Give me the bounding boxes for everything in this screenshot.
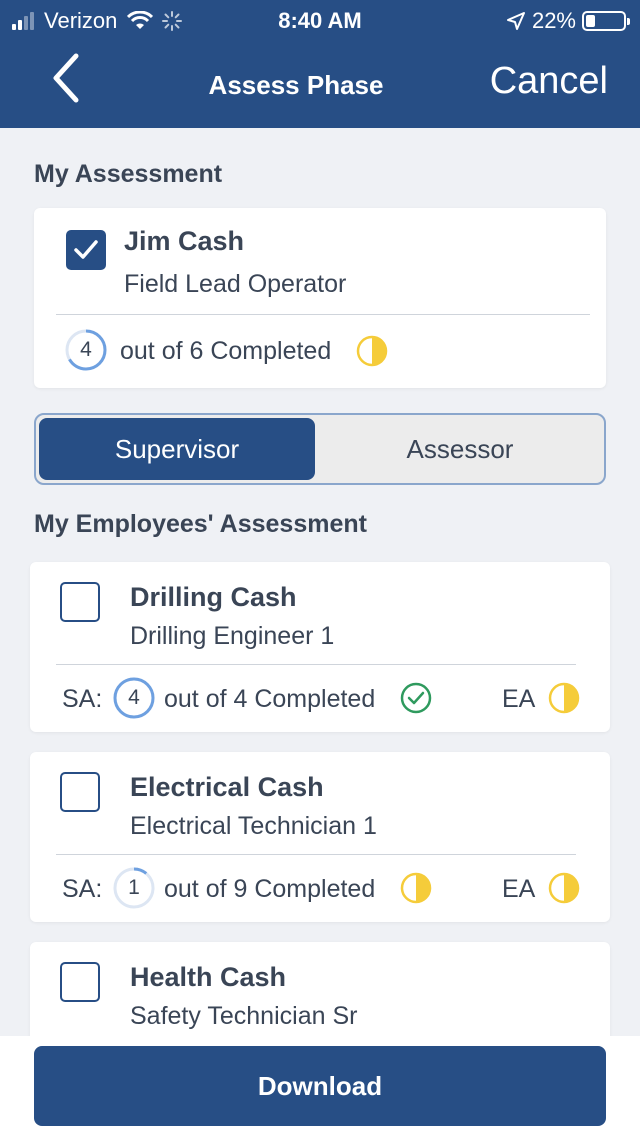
supervisor-tab[interactable]: Supervisor — [39, 418, 315, 480]
ea-label: EA — [502, 875, 536, 903]
header: Verizon 8:40 AM 22% Assess Phase Cancel — [0, 0, 640, 128]
employees-title: My Employees' Assessment — [34, 510, 367, 538]
progress-ring: 4 — [112, 676, 156, 720]
completed-text: out of 6 Completed — [120, 337, 332, 365]
employee-checkbox[interactable] — [60, 582, 100, 622]
my-assessment-title: My Assessment — [34, 160, 223, 188]
role-toggle: Supervisor Assessor — [34, 413, 606, 485]
my-assessment-checkbox[interactable] — [66, 230, 106, 270]
employee-name: Electrical Cash — [130, 772, 324, 802]
ea-label: EA — [502, 685, 536, 713]
employee-card[interactable]: Drilling Cash Drilling Engineer 1 SA: 4 … — [30, 562, 610, 732]
check-circle-icon — [400, 682, 432, 714]
half-circle-icon — [548, 682, 580, 714]
assessee-name: Jim Cash — [124, 226, 245, 256]
employee-role: Electrical Technician 1 — [130, 812, 377, 840]
completed-text: out of 9 Completed — [164, 875, 376, 903]
assessor-tab[interactable]: Assessor — [318, 418, 602, 480]
battery-icon — [582, 11, 630, 31]
employee-checkbox[interactable] — [60, 772, 100, 812]
half-circle-icon — [548, 872, 580, 904]
footer: Download — [0, 1036, 640, 1136]
employee-name: Health Cash — [130, 962, 287, 992]
card-divider — [56, 314, 590, 315]
progress-count: 4 — [128, 686, 140, 709]
checkmark-icon — [74, 240, 98, 259]
employee-name: Drilling Cash — [130, 582, 297, 612]
assessee-role: Field Lead Operator — [124, 270, 347, 298]
cancel-button[interactable]: Cancel — [490, 60, 608, 103]
progress-count: 1 — [128, 876, 140, 899]
progress-count: 4 — [80, 338, 92, 361]
progress-ring: 1 — [112, 866, 156, 910]
half-circle-icon — [356, 335, 388, 367]
employee-role: Safety Technician Sr — [130, 1002, 358, 1030]
sa-label: SA: — [62, 685, 103, 713]
employee-card[interactable]: Electrical Cash Electrical Technician 1 … — [30, 752, 610, 922]
my-assessment-card[interactable]: Jim Cash Field Lead Operator 4 out of 6 … — [34, 208, 606, 388]
battery-percent: 22% — [531, 8, 576, 33]
card-divider — [56, 854, 576, 855]
status-bar: Verizon 8:40 AM 22% — [0, 0, 640, 40]
location-arrow-icon — [506, 12, 525, 30]
half-circle-icon — [400, 872, 432, 904]
completed-text: out of 4 Completed — [164, 685, 376, 713]
sa-label: SA: — [62, 875, 103, 903]
download-button[interactable]: Download — [34, 1046, 606, 1126]
status-right: 22% — [506, 8, 630, 34]
card-divider — [56, 664, 576, 665]
progress-ring: 4 — [64, 328, 108, 372]
employee-checkbox[interactable] — [60, 962, 100, 1002]
employee-role: Drilling Engineer 1 — [130, 622, 335, 650]
